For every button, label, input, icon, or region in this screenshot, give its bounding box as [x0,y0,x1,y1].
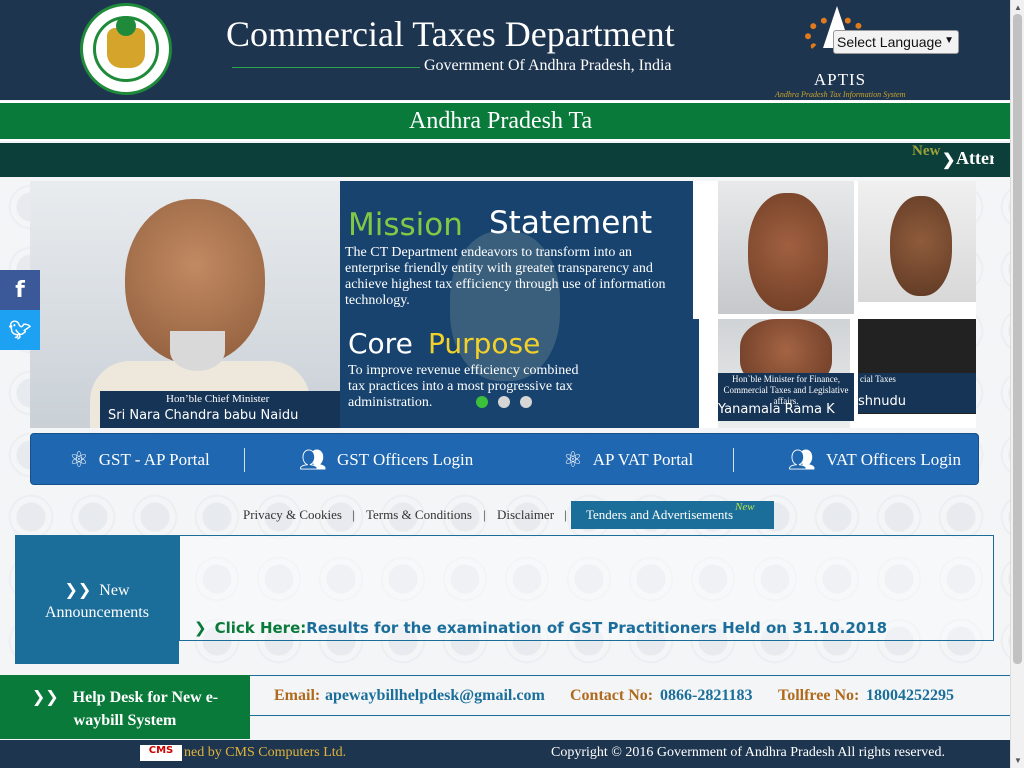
cms-logo: CMS [140,745,182,761]
slide-name-fragment: Sri [699,408,717,423]
helpdesk-tollfree-number: 18004252295 [866,687,954,704]
gst-ap-portal-link[interactable]: ⚛ GST - AP Portal [69,434,210,486]
announcement-item[interactable]: ❯ Click Here:Results for the examination … [194,619,887,637]
helpdesk-contact-bar: Email: apewaybillhelpdesk@gmail.com Cont… [250,675,1010,716]
minister-2-name: shnudu [858,394,906,409]
link-separator: | [352,507,355,522]
announcements-panel: ❯ Click Here:Results for the examination … [179,535,994,641]
divider [244,448,245,472]
atom-icon: ⚛ [563,447,583,473]
minister-2-role: cial Taxes [860,374,896,384]
chevron-right-icon: ❯ [194,619,207,637]
mission-heading-word2: Statement [489,205,653,241]
tenders-button[interactable]: Tenders and Advertisements New [571,501,774,529]
ap-government-emblem [80,3,172,95]
developer-credit: CMS ned by CMS Computers Ltd. [140,745,346,761]
vat-officers-login-link[interactable]: 👥︎ VAT Officers Login [788,434,961,486]
core-heading-word2: Purpose [428,327,541,360]
users-icon: 👥︎ [299,447,327,473]
aptis-logo-text: APTIS [813,70,867,89]
info-links: Privacy & Cookies | Terms & Conditions |… [0,500,1010,530]
vat-officers-login-label: VAT Officers Login [825,450,961,469]
language-select-label: Select Language [837,34,943,50]
slider-dot-3[interactable] [520,396,532,408]
minister-caption-2: cial Taxes shnudu [858,373,976,413]
title-banner: Andhra Pradesh Ta [0,101,1010,141]
announcement-text: Results for the examination of GST Pract… [306,619,888,637]
finance-minister-name: Yanamala Rama K [718,402,835,417]
slider-dot-2[interactable] [498,396,510,408]
core-heading-word1: Core [348,327,413,360]
news-ticker: New ❯ Atter [0,143,1010,177]
copyright-text: Copyright © 2016 Government of Andhra Pr… [551,745,946,760]
terms-link[interactable]: Terms & Conditions [366,507,472,523]
site-footer: CMS ned by CMS Computers Ltd. Copyright ©… [0,740,1010,768]
announcements-label-box: ❯❯ New Announcements [15,535,179,664]
page-scrollbar[interactable]: ▲ ▼ [1010,0,1024,768]
divider [733,448,734,472]
finance-minister-caption: Hon`ble Minister for Finance, Commercial… [718,373,854,421]
social-share-bar: f 🐦︎ [0,270,40,350]
chief-minister-caption: Hon’ble Chief Minister Sri Nara Chandra … [100,391,368,428]
chief-minister-role: Hon’ble Chief Minister [166,393,270,405]
language-select[interactable]: Select Language ▼ [833,30,959,54]
aptis-tagline: Andhra Pradesh Tax Information System [775,90,906,99]
ticker-new-badge: New [912,143,941,159]
helpdesk-email[interactable]: apewaybillhelpdesk@gmail.com [325,687,545,705]
developer-credit-text: ned by CMS Computers Ltd. [184,745,347,760]
disclaimer-link[interactable]: Disclaimer [497,507,554,523]
page-subtitle: Government Of Andhra Pradesh, India [424,57,672,74]
mission-text: The CT Department endeavors to transform… [345,245,666,308]
double-chevron-right-icon: ❯❯ [64,580,92,599]
ap-vat-portal-label: AP VAT Portal [592,450,694,469]
minister-photos: Hon`ble Minister for Finance, Commercial… [718,181,976,428]
facebook-icon[interactable]: f [0,270,40,310]
chief-minister-name: Sri Nara Chandra babu Naidu [108,408,299,423]
tenders-new-badge: New [735,501,755,513]
announcements-label-line2: Announcements [45,604,149,621]
link-separator: | [483,507,486,522]
tenders-label: Tenders and Advertisements [586,507,734,522]
double-chevron-right-icon: ❯❯ [31,687,59,706]
title-divider [232,67,420,68]
site-header: Commercial Taxes Department Government O… [0,0,1010,100]
users-icon: 👥︎ [788,447,816,473]
email-label: Email: [274,687,321,704]
gst-officers-login-link[interactable]: 👥︎ GST Officers Login [299,434,473,486]
portal-links-bar: ⚛ GST - AP Portal 👥︎ GST Officers Login … [30,433,979,485]
ap-vat-portal-link[interactable]: ⚛ AP VAT Portal [563,434,693,486]
scrollbar-thumb[interactable] [1013,14,1022,664]
gst-ap-portal-label: GST - AP Portal [98,450,210,469]
scroll-down-icon[interactable]: ▼ [1014,756,1022,765]
announcements-label-line1: New [99,582,130,599]
announcement-prefix: Click Here: [214,619,307,637]
atom-icon: ⚛ [69,447,89,473]
helpdesk-title-line2: waybill System [73,712,177,729]
slide-overlay-block [581,319,699,428]
image-slider[interactable]: Hon’ble Chief Minister Sri Nara Chandra … [30,181,976,428]
mission-heading-word1: Mission [348,207,463,243]
slider-pagination [476,395,542,413]
helpdesk-title-line1: Help Desk for New e- [72,689,219,706]
slider-dot-1[interactable] [476,396,488,408]
tollfree-label: Tollfree No: [778,687,860,704]
link-separator: | [564,507,567,522]
chevron-right-icon: ❯ [942,152,956,169]
page-title: Commercial Taxes Department [226,14,675,54]
dropdown-arrow-icon: ▼ [944,35,954,46]
ticker-text[interactable]: Atter [956,148,994,169]
contact-label: Contact No: [570,687,654,704]
privacy-link[interactable]: Privacy & Cookies [243,507,342,523]
helpdesk-contact-number: 0866-2821183 [660,687,753,704]
twitter-icon[interactable]: 🐦︎ [0,310,40,350]
gst-officers-login-label: GST Officers Login [336,450,474,469]
scroll-up-icon[interactable]: ▲ [1014,3,1022,12]
banner-title: Andhra Pradesh Ta [409,108,593,134]
helpdesk-label-box: ❯❯ Help Desk for New e- waybill System [0,675,250,739]
